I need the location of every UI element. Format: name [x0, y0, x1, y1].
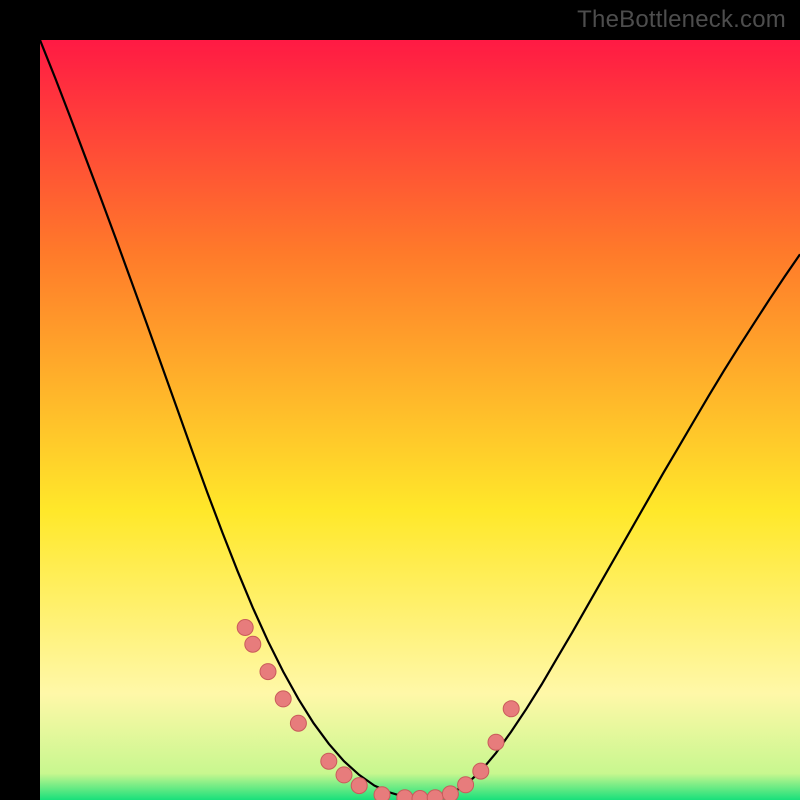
data-marker: [488, 734, 504, 750]
data-marker: [260, 664, 276, 680]
data-marker: [503, 701, 519, 717]
data-marker: [458, 777, 474, 793]
data-marker: [237, 620, 253, 636]
data-marker: [245, 636, 261, 652]
data-marker: [473, 763, 489, 779]
data-marker: [374, 787, 390, 800]
plot-area: [40, 40, 800, 800]
chart-frame: TheBottleneck.com: [0, 0, 800, 800]
data-marker: [351, 778, 367, 794]
chart-svg: [40, 40, 800, 800]
gradient-background: [40, 40, 800, 800]
data-marker: [290, 715, 306, 731]
data-marker: [336, 767, 352, 783]
data-marker: [275, 691, 291, 707]
data-marker: [321, 753, 337, 769]
watermark: TheBottleneck.com: [577, 6, 786, 34]
data-marker: [442, 786, 458, 800]
